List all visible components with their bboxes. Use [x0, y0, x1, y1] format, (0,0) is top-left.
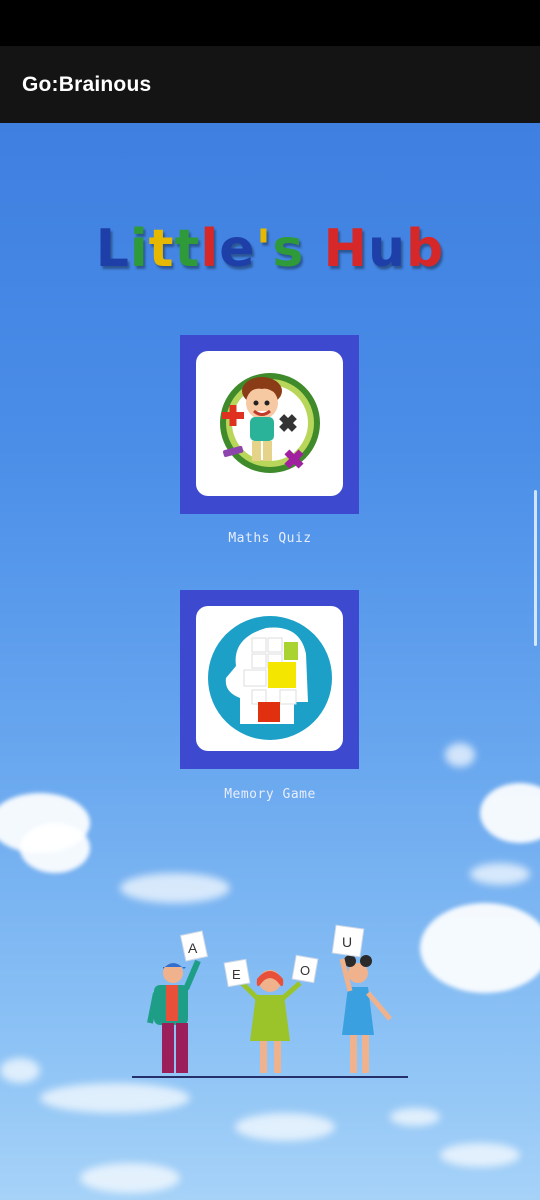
maths-quiz-label[interactable]: Maths Quiz: [0, 531, 540, 546]
cloud-decoration: [420, 903, 540, 993]
title-letter: u: [368, 219, 407, 279]
card-letter: A: [188, 940, 198, 956]
main-content: Little's Hub Maths Quiz Memory Game A E …: [0, 123, 540, 1200]
boy-math-icon: [220, 373, 320, 473]
card-letter: O: [300, 963, 310, 978]
title-letter: [304, 219, 323, 279]
memory-game-button[interactable]: [180, 590, 359, 769]
memory-game-label[interactable]: Memory Game: [0, 787, 540, 802]
cloud-decoration: [440, 1143, 520, 1167]
brain-memory-icon: [208, 616, 332, 740]
memory-game-card: [196, 606, 343, 751]
title-letter: t: [148, 219, 175, 279]
card-letter: U: [342, 934, 352, 950]
maths-quiz-card: [196, 351, 343, 496]
cloud-decoration: [235, 1113, 335, 1141]
cloud-decoration: [470, 863, 530, 885]
title-letter: l: [200, 219, 220, 279]
cloud-decoration: [0, 1058, 40, 1083]
title-letter: t: [174, 219, 201, 279]
app-title: Go:Brainous: [22, 72, 152, 96]
cloud-decoration: [445, 743, 475, 767]
title-letter: H: [323, 219, 369, 279]
card-letter: E: [232, 967, 241, 982]
cloud-decoration: [80, 1163, 180, 1193]
cloud-decoration: [390, 1108, 440, 1126]
app-logo-title: Little's Hub: [0, 219, 540, 279]
cloud-decoration: [20, 823, 90, 873]
kids-illustration: A E O U: [132, 924, 408, 1078]
cloud-decoration: [120, 873, 230, 903]
title-letter: i: [129, 219, 149, 279]
title-letter: s: [272, 219, 305, 279]
scrollbar[interactable]: [534, 490, 537, 646]
title-letter: e: [219, 219, 256, 279]
title-letter: ': [255, 219, 273, 279]
maths-quiz-button[interactable]: [180, 335, 359, 514]
title-letter: b: [406, 219, 445, 279]
title-letter: L: [95, 219, 130, 279]
app-bar: Go:Brainous: [0, 46, 540, 123]
status-bar: [0, 0, 540, 46]
